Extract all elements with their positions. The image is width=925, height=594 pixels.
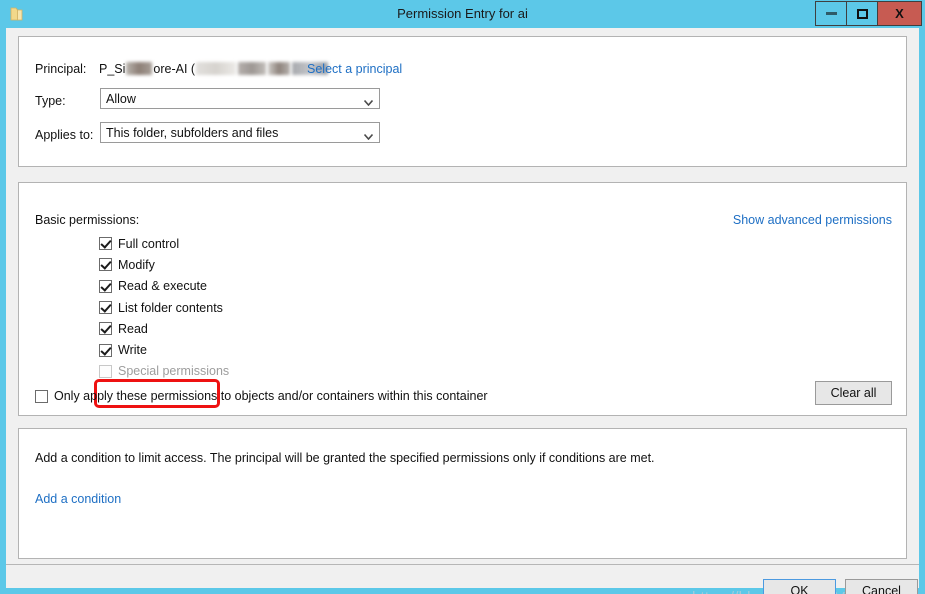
principal-value-prefix: P_Si (99, 62, 126, 76)
principal-panel: Principal: P_Si ore-AI ( Select a princip… (18, 36, 907, 167)
permissions-panel: Basic permissions: Show advanced permiss… (18, 182, 907, 416)
ok-button[interactable]: OK (763, 579, 836, 594)
permission-row-special-permissions: Special permissions (99, 361, 229, 382)
maximize-button[interactable] (846, 1, 878, 26)
redacted-segment (196, 62, 237, 75)
permission-row-modify[interactable]: Modify (99, 254, 229, 275)
checkbox-write[interactable] (99, 343, 112, 357)
permission-label: Read & execute (118, 279, 207, 294)
condition-description: Add a condition to limit access. The pri… (35, 451, 655, 465)
checkbox-read-execute[interactable] (99, 279, 112, 293)
minimize-button[interactable] (815, 1, 847, 26)
permission-row-write[interactable]: Write (99, 339, 229, 360)
redacted-segment (268, 62, 291, 75)
checkbox-full-control[interactable] (99, 237, 112, 251)
clear-all-button[interactable]: Clear all (815, 381, 892, 405)
permission-label: Read (118, 321, 148, 336)
chevron-down-icon (363, 95, 374, 107)
permission-row-read[interactable]: Read (99, 318, 229, 339)
show-advanced-permissions-link[interactable]: Show advanced permissions (733, 213, 892, 227)
only-apply-checkbox[interactable] (35, 389, 48, 403)
footer-separator (6, 564, 919, 565)
permission-label: Write (118, 343, 147, 358)
select-a-principal-link[interactable]: Select a principal (307, 62, 402, 76)
only-apply-checkbox-row[interactable]: Only apply these permissions to objects … (35, 389, 488, 403)
applies-to-dropdown[interactable]: This folder, subfolders and files (100, 122, 380, 143)
permission-label: List folder contents (118, 300, 223, 315)
redacted-segment (126, 62, 153, 75)
principal-label: Principal: (35, 62, 87, 76)
checkbox-read[interactable] (99, 322, 112, 336)
maximize-icon (856, 8, 868, 19)
principal-value: P_Si ore-AI ( (99, 62, 329, 76)
only-apply-label: Only apply these permissions to objects … (54, 389, 488, 403)
permissions-checkbox-list: Full control Modify Read & execute List fol… (99, 233, 229, 382)
permission-row-read-execute[interactable]: Read & execute (99, 276, 229, 297)
checkbox-modify[interactable] (99, 258, 112, 272)
window-controls: X (815, 1, 922, 26)
permission-row-full-control[interactable]: Full control (99, 233, 229, 254)
type-dropdown[interactable]: Allow (100, 88, 380, 109)
type-label: Type: (35, 94, 66, 108)
cancel-button[interactable]: Cancel (845, 579, 918, 594)
window-title: Permission Entry for ai (397, 6, 528, 21)
type-dropdown-value: Allow (106, 92, 136, 106)
dialog-client-area: Principal: P_Si ore-AI ( Select a princip… (6, 28, 919, 594)
redacted-segment (238, 62, 267, 75)
permission-entry-dialog: Permission Entry for ai X Principal: P_S… (0, 0, 925, 594)
permission-label: Special permissions (118, 364, 230, 379)
applies-to-dropdown-value: This folder, subfolders and files (106, 126, 279, 140)
permission-label: Modify (118, 257, 155, 272)
permission-row-list-folder-contents[interactable]: List folder contents (99, 297, 229, 318)
principal-value-suffix: ore-AI ( (153, 62, 196, 76)
title-bar: Permission Entry for ai X (0, 0, 925, 28)
checkbox-special-permissions (99, 364, 112, 378)
chevron-down-icon (363, 129, 374, 141)
add-a-condition-link[interactable]: Add a condition (35, 492, 121, 506)
close-button[interactable]: X (877, 1, 922, 26)
applies-to-label: Applies to: (35, 128, 94, 142)
permission-label: Full control (118, 236, 180, 251)
condition-panel: Add a condition to limit access. The pri… (18, 428, 907, 559)
checkbox-list-folder-contents[interactable] (99, 301, 112, 315)
minimize-icon (825, 12, 837, 15)
basic-permissions-label: Basic permissions: (35, 213, 140, 227)
